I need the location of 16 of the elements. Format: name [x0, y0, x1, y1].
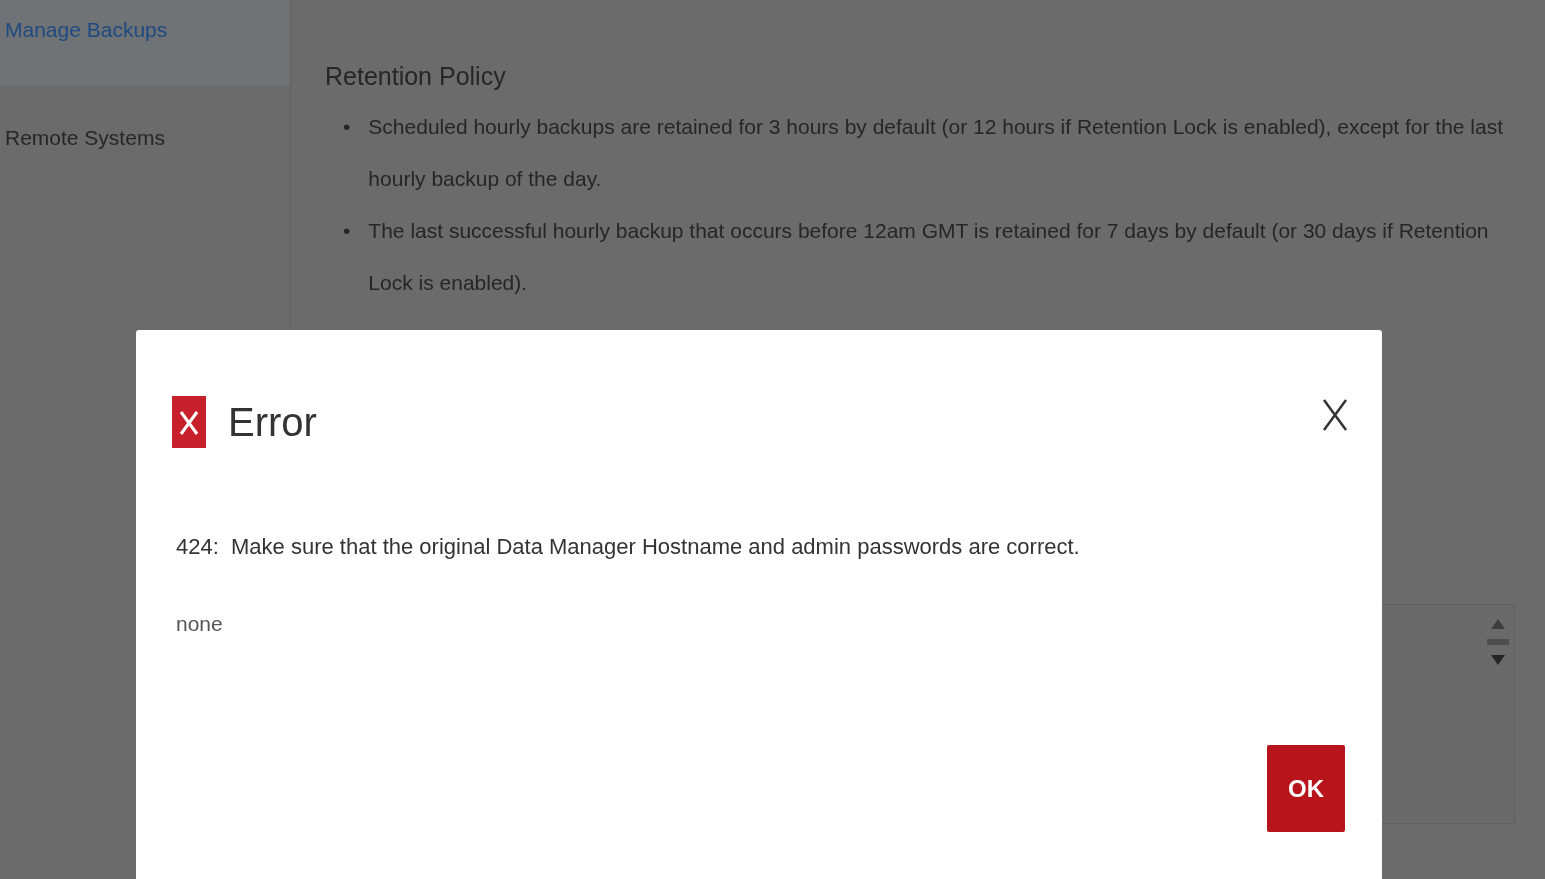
close-icon[interactable] — [1322, 398, 1348, 432]
scroll-up-icon[interactable] — [1491, 619, 1505, 629]
section-heading: Retention Policy — [325, 62, 507, 91]
dialog-title: Error — [228, 399, 317, 445]
sidebar-item[interactable]: Remote Systems — [0, 106, 290, 154]
error-detail: none — [176, 612, 224, 636]
scroll-down-icon[interactable] — [1491, 655, 1505, 665]
bullet-marker: • — [343, 114, 351, 140]
error-icon — [172, 396, 206, 448]
bullet-marker: • — [343, 218, 351, 244]
error-message: 424: Make sure that the original Data Manager Hostname and admin passwords are correct. — [176, 534, 1081, 560]
scroll-thumb-icon[interactable] — [1487, 639, 1509, 645]
policy-bullet: The last successful hourly backup that occurs before 12am GMT is retained for 7 days by default (or 30 days if Retention Lock is enabled). — [368, 218, 1490, 296]
sidebar-item[interactable]: Manage Backups — [0, 0, 290, 86]
ok-button[interactable]: OK — [1267, 745, 1345, 832]
policy-bullet: Scheduled hourly backups are retained for 3 hours by default (or 12 hours if Retention Lock is enabled), except for the last hourly backup of the day. — [368, 114, 1505, 192]
